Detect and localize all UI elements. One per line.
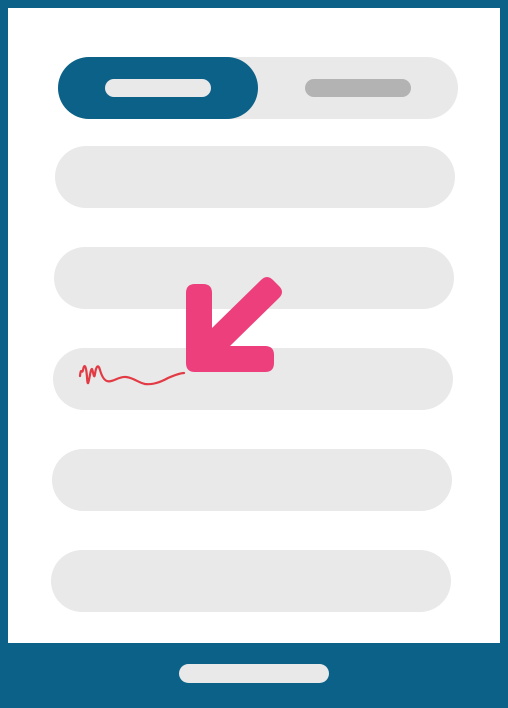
mobile-device-frame [0,0,508,708]
tab-first-label-placeholder [105,79,211,97]
down-left-arrow-icon [186,277,282,372]
signature-scribble-icon [78,365,186,386]
input-field-1[interactable] [55,146,455,208]
tab-second-label-placeholder[interactable] [305,79,411,97]
input-field-4[interactable] [52,449,452,511]
home-indicator[interactable] [179,664,329,683]
input-field-5[interactable] [51,550,451,612]
